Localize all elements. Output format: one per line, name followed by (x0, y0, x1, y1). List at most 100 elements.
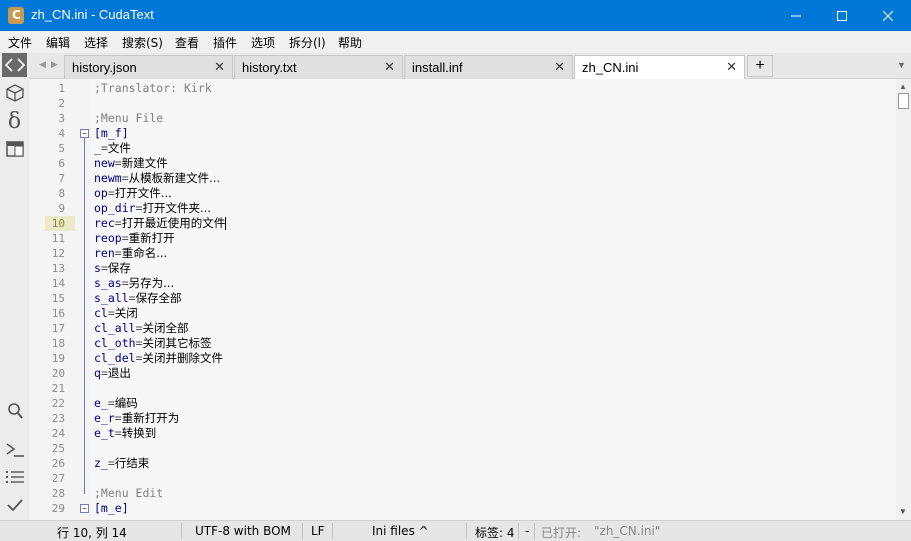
status-bar: 行 10, 列 14 UTF-8 with BOM LF Ini files ^… (0, 520, 911, 541)
menu-view[interactable]: 查看 (175, 34, 199, 51)
line-number: 13 (51, 262, 65, 275)
code-text: s_all=保存全部 (94, 291, 182, 306)
status-caret-position[interactable]: 行 10, 列 14 (57, 524, 127, 541)
sidebar-code-tree-button[interactable] (2, 53, 27, 77)
tab-scroll-right-icon[interactable]: ▶ (51, 59, 58, 70)
section-header: [m_f] (94, 126, 129, 140)
code-text: s_as=另存为... (94, 276, 174, 291)
sidebar-console-button[interactable] (2, 438, 27, 462)
line-number: 2 (58, 97, 65, 110)
maximize-button[interactable] (819, 0, 865, 31)
menu-options[interactable]: 选项 (251, 34, 275, 51)
line-number: 21 (51, 382, 65, 395)
scroll-down-icon[interactable]: ▼ (899, 507, 907, 516)
code-line[interactable]: 3 ;Menu File (29, 111, 896, 126)
line-number: 22 (51, 397, 65, 410)
status-line-ending[interactable]: LF (311, 524, 325, 538)
sidebar: δ (0, 53, 29, 520)
code-line[interactable]: 8 op=打开文件... (29, 186, 896, 201)
console-icon (6, 443, 24, 457)
code-line[interactable]: 7 newm=从模板新建文件... (29, 171, 896, 186)
code-line[interactable]: 13 s=保存 (29, 261, 896, 276)
code-line[interactable]: 2 (29, 96, 896, 111)
fold-toggle-icon[interactable]: − (80, 504, 89, 513)
status-divider (466, 523, 467, 539)
sidebar-search-button[interactable] (2, 399, 27, 423)
tab-zh-cn-ini[interactable]: zh_CN.ini ✕ (574, 55, 745, 80)
code-text: cl_all=关闭全部 (94, 321, 188, 336)
code-line[interactable]: 17 cl_all=关闭全部 (29, 321, 896, 336)
menu-search[interactable]: 搜索(S) (122, 34, 163, 51)
vertical-scrollbar[interactable]: ▲ ▼ (896, 79, 911, 520)
ini-separator: = (114, 156, 122, 170)
code-line[interactable]: 1 ;Translator: Kirk (29, 81, 896, 96)
menu-split[interactable]: 拆分(l) (289, 34, 326, 51)
tab-install-inf[interactable]: install.inf ✕ (404, 55, 573, 79)
code-line[interactable]: 23 e_r=重新打开为 (29, 411, 896, 426)
ini-separator: = (107, 306, 115, 320)
ini-key: e_t (94, 426, 115, 440)
menu-file[interactable]: 文件 (8, 34, 32, 51)
sidebar-output-button[interactable] (2, 465, 27, 489)
code-line[interactable]: 21 (29, 381, 896, 396)
editor[interactable]: 1 ;Translator: Kirk 2 3 ;Menu File 4− [m_f] 5 _=… (29, 79, 896, 520)
maximize-icon (837, 10, 847, 21)
code-line[interactable]: 25 (29, 441, 896, 456)
status-tab-size[interactable]: 标签: 4 (475, 524, 515, 541)
code-line[interactable]: 15 s_all=保存全部 (29, 291, 896, 306)
status-selection-mode[interactable]: - (525, 524, 529, 538)
tab-history-txt[interactable]: history.txt ✕ (234, 55, 403, 79)
code-line[interactable]: 26 z_=行结束 (29, 456, 896, 471)
code-text: reop=重新打开 (94, 231, 175, 246)
tab-close-icon[interactable]: ✕ (384, 59, 395, 75)
code-text: newm=从模板新建文件... (94, 171, 220, 186)
status-lexer[interactable]: Ini files ^ (372, 524, 429, 538)
code-line[interactable]: 19 cl_del=关闭并删除文件 (29, 351, 896, 366)
code-line[interactable]: 14 s_as=另存为... (29, 276, 896, 291)
line-number: 9 (58, 202, 65, 215)
code-line[interactable]: 4 − [m_f] (29, 126, 896, 141)
sidebar-validate-button[interactable] (2, 493, 27, 517)
code-line[interactable]: 22 e_=编码 (29, 396, 896, 411)
ini-separator: = (114, 411, 122, 425)
ini-separator: = (114, 246, 122, 260)
sidebar-snippets-button[interactable]: δ (2, 109, 27, 134)
tab-scroll-left-icon[interactable]: ◀ (39, 59, 46, 70)
sidebar-addons-button[interactable] (2, 81, 27, 105)
menu-edit[interactable]: 编辑 (46, 34, 70, 51)
menu-select[interactable]: 选择 (84, 34, 108, 51)
code-line[interactable]: 29 − [m_e] (29, 501, 896, 516)
ini-value: 打开文件... (114, 186, 172, 200)
menu-help[interactable]: 帮助 (338, 34, 362, 51)
code-line[interactable]: 6 new=新建文件 (29, 156, 896, 171)
code-line[interactable]: 10 rec=打开最近使用的文件 (29, 216, 896, 231)
ini-key: q (94, 366, 101, 380)
tab-list-icon[interactable]: ▼ (897, 60, 906, 70)
code-line[interactable]: 5 _=文件 (29, 141, 896, 156)
comment-text: ;Menu Edit (94, 486, 164, 500)
code-line[interactable]: 12 ren=重命名... (29, 246, 896, 261)
close-button[interactable] (865, 0, 911, 31)
menu-plugins[interactable]: 插件 (213, 34, 237, 51)
tab-close-icon[interactable]: ✕ (554, 59, 565, 75)
code-line[interactable]: 18 cl_oth=关闭其它标签 (29, 336, 896, 351)
scrollbar-thumb[interactable] (898, 93, 909, 109)
ini-separator: = (121, 171, 129, 185)
status-encoding[interactable]: UTF-8 with BOM (195, 524, 291, 538)
code-line[interactable]: 20 q=退出 (29, 366, 896, 381)
code-line[interactable]: 9 op_dir=打开文件夹... (29, 201, 896, 216)
minimize-button[interactable] (773, 0, 819, 31)
code-line[interactable]: 28 ;Menu Edit (29, 486, 896, 501)
fold-toggle-icon[interactable]: − (80, 129, 89, 138)
new-tab-button[interactable]: + (747, 55, 773, 77)
code-line[interactable]: 27 (29, 471, 896, 486)
tab-close-icon[interactable]: ✕ (726, 59, 737, 75)
tab-history-json[interactable]: history.json ✕ (64, 55, 233, 79)
code-line[interactable]: 11 reop=重新打开 (29, 231, 896, 246)
ini-key: _ (94, 141, 101, 155)
scroll-up-icon[interactable]: ▲ (899, 82, 907, 91)
code-line[interactable]: 16 cl=关闭 (29, 306, 896, 321)
sidebar-tabs-button[interactable] (2, 137, 27, 161)
tab-close-icon[interactable]: ✕ (214, 59, 225, 75)
code-line[interactable]: 24 e_t=转换到 (29, 426, 896, 441)
